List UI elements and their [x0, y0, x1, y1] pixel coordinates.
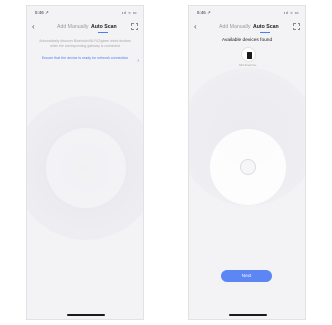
chevron-left-icon[interactable]: ‹ — [194, 23, 197, 31]
radar-inner-circle — [46, 128, 126, 208]
device-ready-link[interactable]: Ensure that the device is ready for netw… — [37, 56, 133, 61]
nav-bar: ‹ Add Manually Auto Scan — [189, 21, 305, 35]
camera-device-icon[interactable] — [241, 47, 256, 62]
chevron-right-icon: › — [137, 58, 139, 64]
home-indicator — [229, 313, 267, 316]
scan-screen-results: 5:46 ↗ •ıl ≈ ▭ ‹ Add Manually Auto Scan … — [188, 5, 306, 320]
status-bar: 5:46 ↗ •ıl ≈ ▭ — [27, 6, 143, 21]
home-indicator — [67, 313, 105, 316]
status-icons: •ıl ≈ ▭ — [283, 10, 299, 15]
chevron-left-icon[interactable]: ‹ — [32, 23, 35, 31]
nav-bar: ‹ Add Manually Auto Scan — [27, 21, 143, 35]
status-bar: 5:46 ↗ •ıl ≈ ▭ — [189, 6, 305, 21]
scan-screen-before: 5:46 ↗ •ıl ≈ ▭ ‹ Add Manually Auto Scan … — [26, 5, 144, 320]
status-time: 5:46 ↗ — [197, 10, 211, 15]
next-button[interactable]: Next — [221, 270, 272, 282]
tab-add-manually[interactable]: Add Manually — [219, 24, 250, 30]
scan-frame-icon[interactable] — [131, 23, 138, 30]
device-label[interactable]: Mini Smart Ca... — [235, 64, 262, 67]
scan-frame-icon[interactable] — [293, 23, 300, 30]
tab-auto-scan[interactable]: Auto Scan — [91, 24, 117, 30]
status-icons: •ıl ≈ ▭ — [121, 10, 137, 15]
scan-description: Automatically discover Bluetooth/Wi-Fi/Z… — [39, 39, 131, 48]
tab-add-manually[interactable]: Add Manually — [57, 24, 88, 30]
tab-active-indicator — [260, 31, 270, 33]
status-time: 5:46 ↗ — [35, 10, 49, 15]
tab-active-indicator — [98, 31, 108, 33]
available-devices-title: Available devices found — [221, 38, 273, 43]
radar-center — [240, 159, 256, 175]
tab-auto-scan[interactable]: Auto Scan — [253, 24, 279, 30]
